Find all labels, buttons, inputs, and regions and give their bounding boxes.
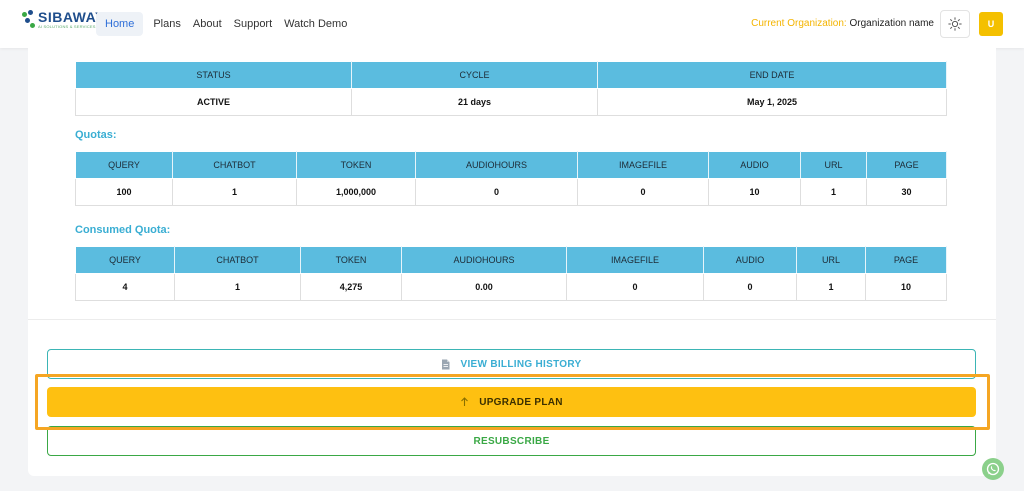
table-cell: 4,275 bbox=[300, 273, 402, 301]
column-header: URL bbox=[800, 151, 867, 179]
subscription-card: STATUS CYCLE END DATE ACTIVE 21 days May… bbox=[28, 48, 996, 476]
table-cell: 1 bbox=[172, 178, 297, 206]
nav-item-support[interactable]: Support bbox=[228, 12, 279, 36]
column-header: AUDIOHOURS bbox=[401, 246, 567, 274]
column-header: PAGE bbox=[865, 246, 947, 274]
end-date-cell: May 1, 2025 bbox=[597, 88, 947, 116]
whatsapp-icon bbox=[986, 462, 1000, 476]
column-header: QUERY bbox=[75, 151, 173, 179]
sibaway-logo[interactable]: SIBAWAY AI SOLUTIONS & SERVICES bbox=[22, 10, 105, 30]
table-row: 4 1 4,275 0.00 0 0 1 10 bbox=[75, 273, 947, 301]
column-header: CYCLE bbox=[351, 61, 598, 89]
nav-item-plans[interactable]: Plans bbox=[147, 12, 187, 36]
main-nav: Home Plans About Support Watch Demo bbox=[96, 12, 353, 36]
consumed-quota-table: QUERY CHATBOT TOKEN AUDIOHOURS IMAGEFILE… bbox=[75, 246, 947, 301]
view-billing-history-label: VIEW BILLING HISTORY bbox=[460, 358, 582, 370]
column-header: END DATE bbox=[597, 61, 947, 89]
table-row: ACTIVE 21 days May 1, 2025 bbox=[75, 88, 947, 116]
column-header: QUERY bbox=[75, 246, 175, 274]
table-cell: 1 bbox=[796, 273, 866, 301]
table-cell: 0 bbox=[703, 273, 797, 301]
column-header: AUDIO bbox=[708, 151, 801, 179]
theme-toggle-button[interactable] bbox=[940, 10, 970, 38]
section-divider bbox=[28, 319, 996, 320]
column-header: CHATBOT bbox=[172, 151, 297, 179]
top-navbar: SIBAWAY AI SOLUTIONS & SERVICES Home Pla… bbox=[0, 0, 1024, 48]
consumed-quota-title: Consumed Quota: bbox=[75, 224, 171, 236]
column-header: CHATBOT bbox=[174, 246, 301, 274]
table-cell: 10 bbox=[708, 178, 801, 206]
arrow-up-icon bbox=[460, 397, 469, 407]
table-cell: 4 bbox=[75, 273, 175, 301]
quotas-title: Quotas: bbox=[75, 129, 117, 141]
table-row: 100 1 1,000,000 0 0 10 1 30 bbox=[75, 178, 947, 206]
resubscribe-label: RESUBSCRIBE bbox=[473, 435, 550, 447]
upgrade-plan-button[interactable]: UPGRADE PLAN bbox=[47, 387, 976, 417]
logo-mark-icon bbox=[22, 10, 36, 30]
logo-tagline: AI SOLUTIONS & SERVICES bbox=[38, 24, 96, 29]
cycle-cell: 21 days bbox=[351, 88, 598, 116]
nav-item-about[interactable]: About bbox=[187, 12, 228, 36]
table-header-row: STATUS CYCLE END DATE bbox=[75, 61, 947, 89]
subscription-table: STATUS CYCLE END DATE ACTIVE 21 days May… bbox=[75, 61, 947, 116]
table-cell: 10 bbox=[865, 273, 947, 301]
column-header: TOKEN bbox=[296, 151, 416, 179]
table-header-row: QUERY CHATBOT TOKEN AUDIOHOURS IMAGEFILE… bbox=[75, 246, 947, 274]
table-cell: 100 bbox=[75, 178, 173, 206]
sun-icon bbox=[948, 17, 962, 31]
whatsapp-chat-button[interactable] bbox=[982, 458, 1004, 480]
status-cell: ACTIVE bbox=[75, 88, 352, 116]
table-cell: 0.00 bbox=[401, 273, 567, 301]
table-cell: 0 bbox=[577, 178, 709, 206]
org-name: Organization name bbox=[849, 18, 935, 29]
column-header: AUDIO bbox=[703, 246, 797, 274]
table-cell: 0 bbox=[415, 178, 578, 206]
column-header: PAGE bbox=[866, 151, 947, 179]
table-cell: 1 bbox=[800, 178, 867, 206]
nav-item-watch-demo[interactable]: Watch Demo bbox=[278, 12, 353, 36]
table-cell: 30 bbox=[866, 178, 947, 206]
column-header: URL bbox=[796, 246, 866, 274]
org-label: Current Organization: bbox=[751, 18, 847, 29]
current-organization[interactable]: Current Organization: Organization name bbox=[751, 18, 934, 29]
column-header: IMAGEFILE bbox=[566, 246, 704, 274]
nav-item-home[interactable]: Home bbox=[96, 12, 144, 36]
view-billing-history-button[interactable]: VIEW BILLING HISTORY bbox=[47, 349, 976, 379]
logo-name: SIBAWAY bbox=[38, 9, 105, 25]
column-header: TOKEN bbox=[300, 246, 402, 274]
quotas-table: QUERY CHATBOT TOKEN AUDIOHOURS IMAGEFILE… bbox=[75, 151, 947, 206]
column-header: AUDIOHOURS bbox=[415, 151, 578, 179]
table-cell: 1,000,000 bbox=[296, 178, 416, 206]
table-cell: 1 bbox=[174, 273, 301, 301]
table-header-row: QUERY CHATBOT TOKEN AUDIOHOURS IMAGEFILE… bbox=[75, 151, 947, 179]
table-cell: 0 bbox=[566, 273, 704, 301]
column-header: IMAGEFILE bbox=[577, 151, 709, 179]
upgrade-plan-label: UPGRADE PLAN bbox=[479, 396, 563, 408]
resubscribe-button[interactable]: RESUBSCRIBE bbox=[47, 426, 976, 456]
column-header: STATUS bbox=[75, 61, 352, 89]
document-icon bbox=[441, 359, 450, 370]
user-avatar[interactable]: U bbox=[979, 12, 1003, 36]
